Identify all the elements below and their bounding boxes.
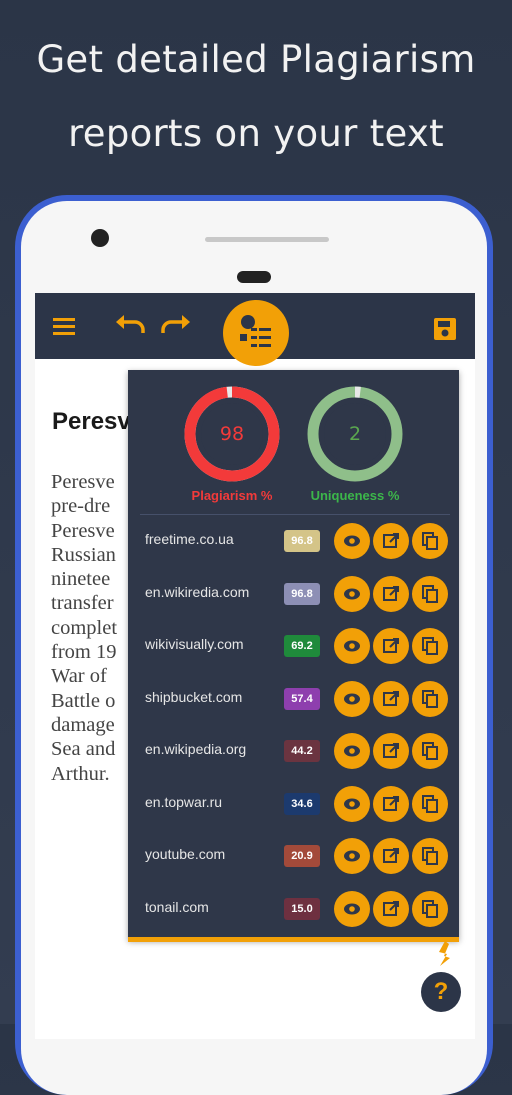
source-name[interactable]: freetime.co.ua [145,531,234,547]
source-row: en.wikipedia.org 44.2 [128,726,459,778]
copy-icon [422,584,438,603]
report-icon [240,315,271,347]
copy-icon [422,847,438,865]
eye-icon [344,640,360,652]
eye-icon [344,693,360,704]
view-source-button[interactable] [334,838,370,874]
earpiece-speaker [205,237,329,242]
open-external-icon [383,638,399,653]
view-source-button[interactable] [334,785,370,822]
source-name[interactable]: en.wikiredia.com [145,584,249,600]
copy-source-button[interactable] [412,733,448,769]
view-source-button[interactable] [334,680,370,717]
source-row: youtube.com 20.9 [128,831,459,883]
eye-icon [344,903,360,914]
match-percent-badge: 57.4 [284,687,320,710]
match-percent-badge: 96.8 [284,582,320,605]
source-name[interactable]: youtube.com [145,846,225,862]
copy-icon [422,742,438,760]
open-external-icon [383,743,399,758]
open-external-icon [383,848,399,863]
view-source-button[interactable] [334,628,370,664]
document-title: Peresv [52,408,131,435]
open-source-button[interactable] [373,628,409,664]
panel-accent-bar [128,937,459,942]
lightning-decoration [439,941,450,966]
view-source-button[interactable] [334,733,370,769]
uniqueness-value: 2 [348,423,362,445]
match-percent-badge: 96.8 [284,530,320,552]
copy-source-button[interactable] [412,523,448,559]
plagiarism-gauge: 98 [183,385,281,483]
proximity-sensor [237,271,271,283]
copy-source-button[interactable] [412,628,448,664]
menu-icon[interactable] [53,317,77,335]
copy-source-button[interactable] [412,838,448,874]
source-row: en.wikiredia.com 96.8 [128,569,459,621]
eye-icon [344,745,360,757]
headline-line-2: reports on your text [68,112,444,155]
open-source-button[interactable] [373,838,409,874]
open-external-icon [383,900,399,916]
open-source-button[interactable] [373,523,409,559]
open-external-icon [383,690,399,706]
match-percent-badge: 44.2 [284,740,320,762]
match-percent-badge: 69.2 [284,635,320,657]
help-button[interactable]: ? [421,972,461,1012]
match-percent-badge: 34.6 [284,792,320,815]
front-camera [91,229,109,247]
open-source-button[interactable] [373,575,409,612]
copy-icon [422,794,438,813]
source-name[interactable]: en.topwar.ru [145,794,222,810]
open-external-icon [383,585,399,601]
source-row: freetime.co.ua 96.8 [128,516,459,568]
plagiarism-report-button[interactable] [223,300,289,366]
match-percent-badge: 15.0 [284,897,320,920]
redo-icon[interactable] [159,314,191,336]
copy-icon [422,689,438,708]
plagiarism-value: 98 [219,423,245,445]
view-source-button[interactable] [334,575,370,612]
open-source-button[interactable] [373,890,409,927]
panel-divider [140,514,450,515]
view-source-button[interactable] [334,890,370,927]
source-name[interactable]: shipbucket.com [145,689,242,705]
headline-line-1: Get detailed Plagiarism [36,38,476,81]
open-source-button[interactable] [373,785,409,822]
view-source-button[interactable] [334,523,370,559]
copy-source-button[interactable] [412,575,448,612]
source-name[interactable]: tonail.com [145,899,209,915]
open-source-button[interactable] [373,733,409,769]
source-name[interactable]: en.wikipedia.org [145,741,246,757]
eye-icon [344,588,360,599]
eye-icon [344,535,360,547]
save-icon[interactable] [433,317,457,341]
copy-icon [422,532,438,550]
eye-icon [344,798,360,809]
open-external-icon [383,795,399,811]
uniqueness-label: Uniqueness % [310,488,400,503]
source-row: wikivisually.com 69.2 [128,621,459,673]
copy-source-button[interactable] [412,680,448,717]
copy-source-button[interactable] [412,890,448,927]
eye-icon [344,850,360,862]
plagiarism-label: Plagiarism % [191,488,273,503]
copy-icon [422,899,438,918]
source-name[interactable]: wikivisually.com [145,636,244,652]
source-row: shipbucket.com 57.4 [128,674,459,726]
open-external-icon [383,533,399,548]
copy-source-button[interactable] [412,785,448,822]
source-row: en.topwar.ru 34.6 [128,779,459,831]
match-percent-badge: 20.9 [284,845,320,867]
open-source-button[interactable] [373,680,409,717]
source-row: tonail.com 15.0 [128,884,459,936]
undo-icon[interactable] [115,314,147,336]
uniqueness-gauge: 2 [306,385,404,483]
copy-icon [422,637,438,655]
